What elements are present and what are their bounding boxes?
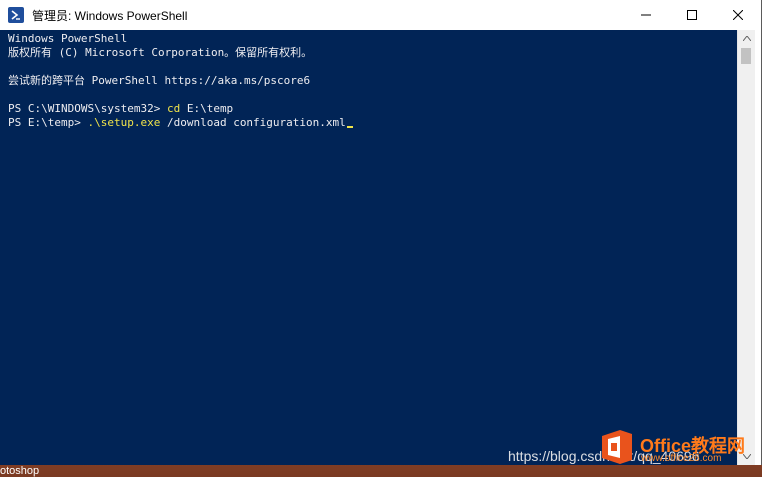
desktop-icon-label: otoshop [0,465,40,477]
maximize-button[interactable] [669,0,715,30]
vertical-scrollbar[interactable] [737,30,755,465]
maximize-icon [687,10,697,20]
text-cursor [346,126,353,128]
office-logo-icon [602,430,632,464]
minimize-icon [641,14,651,16]
window-title: 管理员: Windows PowerShell [32,8,188,23]
console-line: PS E:\temp> .\setup.exe /download config… [8,116,353,130]
command-args: E:\temp [180,102,234,115]
powershell-icon [8,7,24,23]
command: .\setup.exe [87,116,161,129]
command-args: /download configuration.xml [160,116,346,129]
console-line: Windows PowerShell [8,32,128,45]
command: cd [166,102,181,115]
chevron-up-icon [742,36,751,41]
prompt: PS E:\temp> [8,116,88,129]
watermark-brand-sub: www.office26.com [641,453,722,464]
scroll-up-button[interactable] [738,30,755,47]
title-bar[interactable]: 管理员: Windows PowerShell [0,0,761,30]
powershell-window: 管理员: Windows PowerShell Windows PowerShe… [0,0,762,465]
minimize-button[interactable] [623,0,669,30]
prompt: PS C:\WINDOWS\system32> [8,102,167,115]
console-line: 尝试新的跨平台 PowerShell https://aka.ms/pscore… [8,74,311,87]
console-output[interactable]: Windows PowerShell 版权所有 (C) Microsoft Co… [0,30,737,465]
close-button[interactable] [715,0,761,30]
scroll-thumb[interactable] [741,48,751,64]
console-line: PS C:\WINDOWS\system32> cd E:\temp [8,102,233,116]
close-icon [733,10,743,20]
window-controls [623,0,761,30]
console-line: 版权所有 (C) Microsoft Corporation。保留所有权利。 [8,46,313,59]
